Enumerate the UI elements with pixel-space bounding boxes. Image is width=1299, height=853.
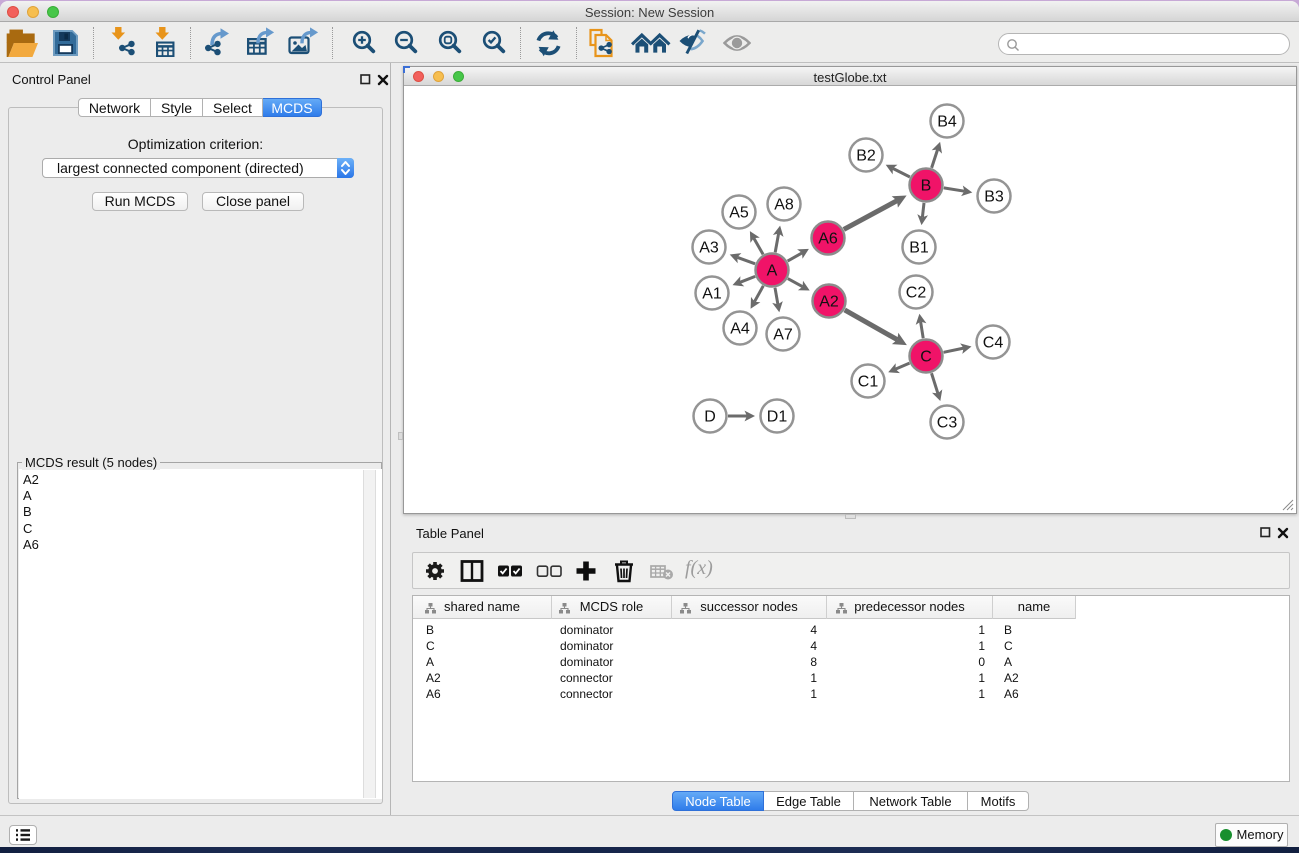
svg-text:D: D: [704, 409, 716, 426]
svg-text:C: C: [920, 349, 932, 366]
svg-text:A2: A2: [819, 294, 839, 311]
svg-text:A7: A7: [773, 327, 793, 344]
svg-text:A8: A8: [774, 197, 794, 214]
svg-text:A6: A6: [818, 231, 838, 248]
svg-text:B2: B2: [856, 148, 876, 165]
svg-text:C4: C4: [983, 335, 1004, 352]
svg-text:B1: B1: [909, 240, 929, 257]
svg-text:D1: D1: [767, 409, 788, 426]
svg-text:A3: A3: [699, 240, 719, 257]
svg-text:A: A: [767, 263, 778, 280]
svg-text:B: B: [921, 178, 932, 195]
svg-text:C3: C3: [937, 415, 958, 432]
svg-text:C2: C2: [906, 285, 927, 302]
svg-text:A4: A4: [730, 321, 750, 338]
svg-text:C1: C1: [858, 374, 879, 391]
svg-text:A1: A1: [702, 286, 722, 303]
svg-text:B4: B4: [937, 114, 957, 131]
svg-text:A5: A5: [729, 205, 749, 222]
svg-text:B3: B3: [984, 189, 1004, 206]
